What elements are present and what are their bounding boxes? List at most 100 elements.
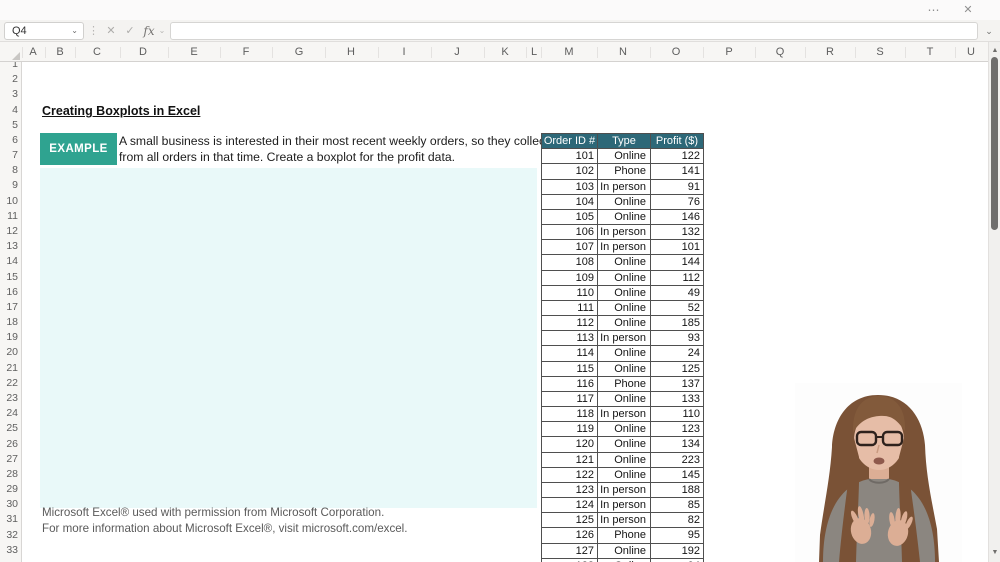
row-header-31[interactable]: 31	[0, 512, 18, 527]
column-header-U[interactable]: U	[967, 42, 975, 62]
cell-order-id[interactable]: 106	[542, 225, 598, 241]
cell-type[interactable]: In person	[598, 407, 651, 423]
cell-order-id[interactable]: 104	[542, 194, 598, 210]
table-row[interactable]: 112 Online 185	[542, 316, 704, 332]
cell-order-id[interactable]: 111	[542, 300, 598, 317]
cell-profit[interactable]: 95	[651, 528, 704, 544]
expand-formula-bar-icon[interactable]: ⌄	[981, 22, 997, 40]
cell-profit[interactable]: 185	[651, 316, 704, 332]
cell-profit[interactable]: 91	[651, 179, 704, 195]
table-row[interactable]: 124 In person 85	[542, 498, 704, 514]
column-header-O[interactable]: O	[672, 42, 681, 62]
close-icon[interactable]: ✕	[956, 0, 980, 20]
select-all-icon[interactable]	[12, 52, 20, 60]
cell-order-id[interactable]: 102	[542, 164, 598, 180]
cell-order-id[interactable]: 101	[542, 149, 598, 165]
table-row[interactable]: 106 In person 132	[542, 225, 704, 241]
row-header-29[interactable]: 29	[0, 482, 18, 497]
table-row[interactable]: 120 Online 134	[542, 437, 704, 453]
column-header-A[interactable]: A	[29, 42, 36, 62]
cell-order-id[interactable]: 109	[542, 270, 598, 286]
cell-profit[interactable]: 134	[651, 437, 704, 453]
cell-profit[interactable]: 76	[651, 194, 704, 210]
row-header-9[interactable]: 9	[0, 178, 18, 193]
row-header-19[interactable]: 19	[0, 330, 18, 345]
table-row[interactable]: 118 In person 110	[542, 407, 704, 423]
worksheet-grid[interactable]: 1 2 3 4 5 6 7 8 9 10 11 12 13 14 15 16 17 18 19 20 21 22 23 24 2…	[0, 62, 988, 562]
formula-input[interactable]	[170, 22, 978, 40]
cell-order-id[interactable]: 123	[542, 482, 598, 499]
scroll-up-icon[interactable]: ▲	[989, 44, 1000, 58]
column-header-J[interactable]: J	[454, 42, 460, 62]
row-header-24[interactable]: 24	[0, 406, 18, 421]
column-header-G[interactable]: G	[295, 42, 304, 62]
cell-order-id[interactable]: 120	[542, 437, 598, 453]
cell-type[interactable]: Online	[598, 255, 651, 271]
cell-order-id[interactable]: 125	[542, 513, 598, 529]
table-header-row[interactable]: Order ID # Type Profit ($)	[542, 134, 704, 150]
cell-profit[interactable]: 188	[651, 482, 704, 499]
chevron-down-icon[interactable]: ⌄	[71, 23, 78, 39]
cell-order-id[interactable]: 105	[542, 209, 598, 226]
cell-order-id[interactable]: 112	[542, 316, 598, 332]
cell-type[interactable]: Online	[598, 300, 651, 317]
cell-profit[interactable]: 146	[651, 209, 704, 226]
table-row[interactable]: 121 Online 223	[542, 452, 704, 468]
cell-type[interactable]: Online	[598, 437, 651, 453]
cell-type[interactable]: In person	[598, 179, 651, 195]
column-header-I[interactable]: I	[402, 42, 405, 62]
cell-type[interactable]: In person	[598, 331, 651, 347]
table-row[interactable]: 108 Online 144	[542, 255, 704, 271]
row-header-25[interactable]: 25	[0, 421, 18, 436]
column-header-B[interactable]: B	[56, 42, 63, 62]
cell-order-id[interactable]: 121	[542, 452, 598, 468]
cell-order-id[interactable]: 127	[542, 543, 598, 559]
row-header-23[interactable]: 23	[0, 391, 18, 406]
col-type-header[interactable]: Type	[598, 134, 651, 150]
row-header-21[interactable]: 21	[0, 361, 18, 376]
cell-profit[interactable]: 82	[651, 513, 704, 529]
cell-profit[interactable]: 223	[651, 452, 704, 468]
chevron-down-icon[interactable]: ⌄	[157, 22, 167, 40]
row-header-17[interactable]: 17	[0, 300, 18, 315]
table-row[interactable]: 107 In person 101	[542, 240, 704, 256]
cell-type[interactable]: Online	[598, 543, 651, 559]
column-header-D[interactable]: D	[139, 42, 147, 62]
cell-profit[interactable]: 144	[651, 255, 704, 271]
column-header-M[interactable]: M	[564, 42, 573, 62]
table-row[interactable]: 109 Online 112	[542, 270, 704, 286]
cell-order-id[interactable]: 126	[542, 528, 598, 544]
cell-profit[interactable]: 145	[651, 467, 704, 483]
row-header-28[interactable]: 28	[0, 467, 18, 482]
cell-order-id[interactable]: 113	[542, 331, 598, 347]
table-row[interactable]: 119 Online 123	[542, 422, 704, 438]
cell-type[interactable]: Online	[598, 209, 651, 226]
table-row[interactable]: 114 Online 24	[542, 346, 704, 362]
cell-order-id[interactable]: 110	[542, 285, 598, 301]
cell-order-id[interactable]: 108	[542, 255, 598, 271]
column-header-L[interactable]: L	[531, 42, 537, 62]
cell-profit[interactable]: 93	[651, 331, 704, 347]
col-order-id-header[interactable]: Order ID #	[542, 134, 598, 150]
cell-type[interactable]: Online	[598, 316, 651, 332]
column-header-T[interactable]: T	[927, 42, 934, 62]
cell-order-id[interactable]: 122	[542, 467, 598, 483]
cell-type[interactable]: In person	[598, 225, 651, 241]
row-header-20[interactable]: 20	[0, 345, 18, 360]
row-header-5[interactable]: 5	[0, 118, 18, 133]
cell-type[interactable]: Online	[598, 149, 651, 165]
row-header-11[interactable]: 11	[0, 209, 18, 224]
row-header-27[interactable]: 27	[0, 452, 18, 467]
row-header-22[interactable]: 22	[0, 376, 18, 391]
row-header-4[interactable]: 4	[0, 103, 18, 118]
row-header-3[interactable]: 3	[0, 87, 18, 102]
cell-profit[interactable]: 52	[651, 300, 704, 317]
vertical-scrollbar[interactable]: ▲ ▼	[988, 42, 1000, 562]
row-header-7[interactable]: 7	[0, 148, 18, 163]
cell-order-id[interactable]: 118	[542, 407, 598, 423]
column-header-S[interactable]: S	[876, 42, 883, 62]
cell-profit[interactable]: 101	[651, 240, 704, 256]
cell-order-id[interactable]: 124	[542, 498, 598, 514]
cell-type[interactable]: In person	[598, 498, 651, 514]
cell-type[interactable]: Phone	[598, 528, 651, 544]
